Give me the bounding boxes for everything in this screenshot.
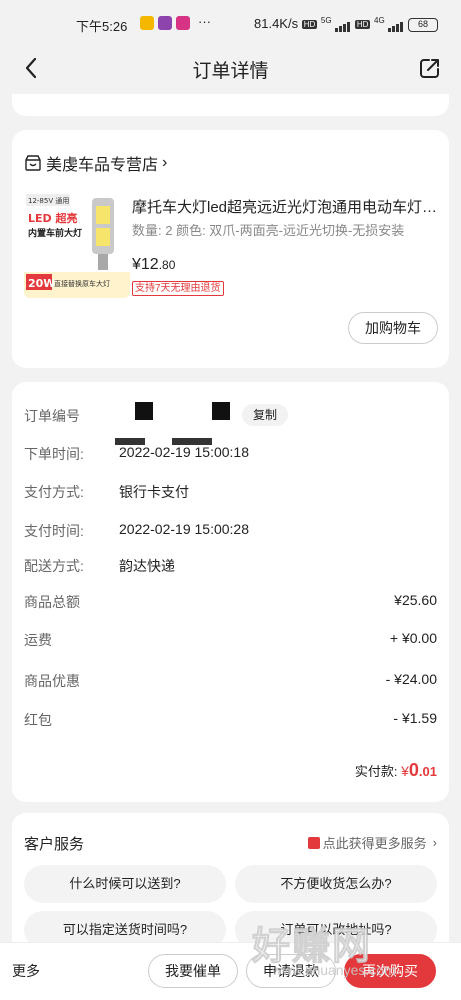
refund-button[interactable]: 申请退款 — [246, 954, 336, 988]
bottom-action-bar: 更多 我要催单 申请退款 再次购买 — [0, 942, 461, 1000]
product-title[interactable]: 摩托车大灯led超亮远近光灯泡通用电动车灯… — [132, 196, 442, 217]
amount-label: 红包 — [24, 712, 52, 728]
return-policy-tag: 支持7天无理由退货 — [132, 281, 224, 296]
order-time-row: 下单时间: 2022-02-19 15:00:18 — [24, 444, 437, 466]
shop-link[interactable]: 美虔车品专营店 › — [24, 152, 167, 174]
buy-again-button[interactable]: 再次购买 — [344, 954, 436, 988]
service-chip[interactable]: 什么时候可以送到? — [24, 865, 226, 903]
pay-method-row: 支付方式: 银行卡支付 — [24, 482, 437, 504]
pay-time-row: 支付时间: 2022-02-19 15:00:28 — [24, 521, 437, 543]
amount-value: - ¥1.59 — [393, 710, 437, 726]
paid-currency: ¥ — [401, 763, 409, 779]
more-service-label: 点此获得更多服务 — [322, 836, 427, 851]
amount-row: 商品优惠 - ¥24.00 — [24, 671, 437, 693]
status-time: 下午5:26 — [76, 19, 128, 34]
network-speed: 81.4K/s — [254, 16, 299, 31]
paid-total: 实付款: ¥0.01 — [355, 760, 437, 781]
redacted-block — [135, 402, 153, 420]
share-icon[interactable] — [416, 54, 444, 82]
chevron-right-icon: › — [432, 835, 437, 850]
amount-value: ¥25.60 — [394, 592, 437, 608]
image-line1: LED 超亮 — [28, 211, 77, 225]
amount-value: + ¥0.00 — [389, 630, 437, 646]
hd-badge: HD — [301, 20, 318, 30]
delivery-row: 配送方式: 韵达快递 — [24, 556, 437, 578]
amount-label: 运费 — [24, 632, 52, 648]
image-badge: 12-85V 通用 — [28, 196, 69, 205]
price-int: 12 — [140, 256, 159, 273]
urge-order-button[interactable]: 我要催单 — [148, 954, 238, 988]
amount-row: 运费 + ¥0.00 — [24, 630, 437, 652]
order-info-card: 订单编号 复制 下单时间: 2022-02-19 15:00:18 支付方式: … — [12, 382, 449, 802]
navigation-bar: 订单详情 — [0, 44, 461, 94]
5g-label: 5G — [320, 16, 332, 25]
price-currency: ¥ — [132, 256, 141, 273]
more-button[interactable]: 更多 — [12, 961, 40, 981]
image-line2: 内置车前大灯 — [28, 227, 82, 239]
service-title: 客户服务 — [24, 836, 85, 853]
pay-method-label: 支付方式: — [24, 484, 84, 500]
amount-row: 红包 - ¥1.59 — [24, 710, 437, 732]
signal-icon — [335, 17, 351, 33]
page-title: 订单详情 — [192, 61, 269, 82]
mail-notification-icon — [140, 16, 154, 30]
pay-method-value: 银行卡支付 — [119, 484, 189, 500]
order-time-value: 2022-02-19 15:00:18 — [119, 444, 249, 460]
amount-value: - ¥24.00 — [385, 671, 437, 687]
amount-row: 商品总额 ¥25.60 — [24, 592, 437, 614]
more-service-link[interactable]: 点此获得更多服务 › — [307, 833, 437, 852]
battery-icon: 68 — [408, 18, 438, 32]
image-footer: 直接替换原车大灯 — [54, 279, 110, 288]
signal-icon-2 — [388, 17, 404, 33]
app-notification-icon — [176, 16, 190, 30]
pay-time-value: 2022-02-19 15:00:28 — [119, 521, 249, 537]
signal-notification-icon — [158, 16, 172, 30]
service-icon — [307, 836, 320, 849]
price-dec: .80 — [158, 258, 176, 272]
product-card: 美虔车品专营店 › 12-85V 通用 LED 超亮 内置车前大灯 20W 直接… — [12, 130, 449, 368]
paid-int: 0 — [408, 760, 419, 780]
product-image[interactable]: 12-85V 通用 LED 超亮 内置车前大灯 20W 直接替换原车大灯 — [24, 192, 130, 298]
delivery-label: 配送方式: — [24, 558, 84, 574]
status-bar: 下午5:26 ··· 81.4K/s HD 5G HD 4G 68 — [0, 0, 461, 44]
amount-label: 商品优惠 — [24, 673, 80, 689]
copy-button[interactable]: 复制 — [242, 404, 288, 426]
paid-label: 实付款: — [354, 764, 398, 779]
chevron-right-icon: › — [162, 154, 168, 171]
previous-card-bottom — [12, 94, 449, 116]
image-watt: 20W — [28, 277, 55, 290]
order-number-row: 订单编号 — [24, 406, 437, 428]
order-number-label: 订单编号 — [24, 408, 80, 424]
shop-icon — [25, 155, 41, 171]
service-chip[interactable]: 不方便收货怎么办? — [235, 865, 437, 903]
product-spec: 数量: 2 颜色: 双爪-两面亮-远近光切换-无损安装 — [132, 223, 405, 238]
pay-time-label: 支付时间: — [24, 523, 84, 539]
4g-label: 4G — [374, 16, 385, 25]
hd-badge-2: HD — [354, 20, 371, 30]
shop-name: 美虔车品专营店 — [46, 157, 159, 174]
status-right: 81.4K/s HD 5G HD 4G — [254, 16, 404, 33]
add-to-cart-button[interactable]: 加购物车 — [348, 312, 438, 344]
paid-dec: .01 — [418, 764, 437, 779]
more-notifications-icon: ··· — [198, 14, 211, 29]
redacted-block — [212, 402, 230, 420]
amount-label: 商品总额 — [24, 594, 80, 610]
order-time-label: 下单时间: — [24, 446, 84, 462]
product-price: ¥12.80 — [132, 256, 175, 274]
delivery-value: 韵达快递 — [119, 558, 175, 574]
